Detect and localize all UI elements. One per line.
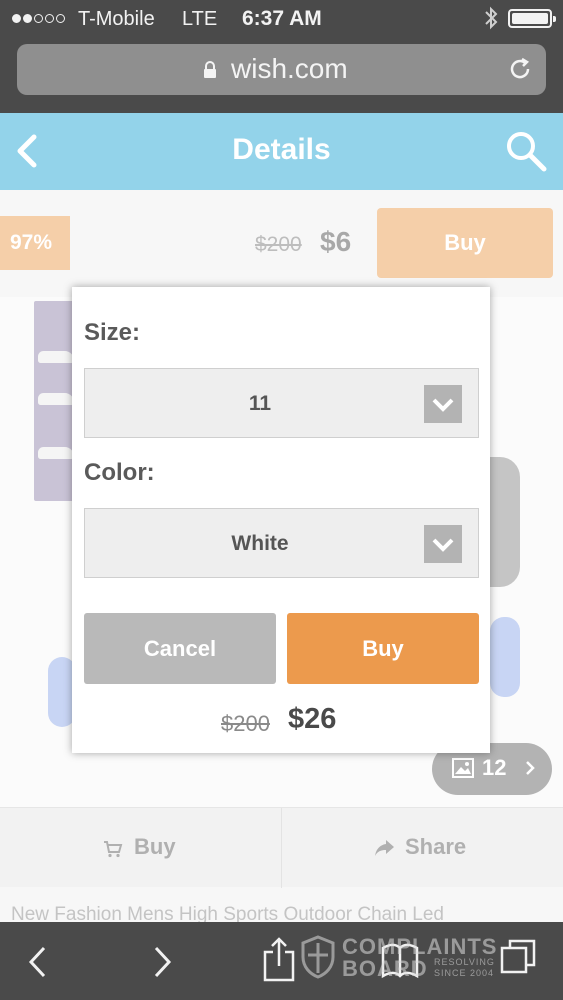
watermark-tagline: RESOLVING SINCE 2004 [434, 957, 514, 979]
page-title: Details [232, 133, 331, 166]
cancel-button[interactable]: Cancel [84, 613, 276, 684]
signal-dot [34, 13, 43, 23]
size-label: Size: [84, 319, 141, 346]
variant-picker-dialog: Size: 11 Color: White Cancel Buy $200 $2… [72, 287, 490, 753]
watermark-logo: COMPLAINTS BOARD RESOLVING SINCE 2004 [300, 932, 540, 992]
chevron-down-icon [424, 385, 462, 423]
shield-icon [301, 935, 335, 979]
share-sheet-icon[interactable] [262, 936, 296, 982]
thumbnail-image[interactable] [34, 301, 76, 501]
watermark-tagline-2: SINCE 2004 [434, 968, 495, 978]
size-select[interactable]: 11 [84, 368, 479, 438]
buy-action-label: Buy [134, 834, 176, 859]
clock: 6:37 AM [242, 7, 322, 30]
bluetooth-icon [485, 6, 498, 30]
signal-strength-icon [12, 8, 65, 28]
battery-level [512, 13, 548, 24]
network-type: LTE [182, 8, 218, 30]
status-bar: T-Mobile LTE 6:37 AM [0, 0, 563, 36]
app-header: Details [0, 113, 563, 190]
original-price: $200 [255, 233, 302, 256]
signal-dot [45, 13, 54, 23]
signal-dot [23, 13, 32, 23]
address-bar[interactable]: wish.com [17, 44, 546, 95]
size-value: 11 [248, 392, 272, 415]
watermark-text: BOARD [342, 956, 428, 981]
image-count: 12 [482, 755, 507, 780]
carrier-name: T-Mobile [78, 8, 155, 30]
buy-button-top[interactable]: Buy [377, 208, 553, 278]
chevron-right-icon [526, 761, 535, 775]
battery-icon [508, 9, 556, 28]
color-select[interactable]: White [84, 508, 479, 578]
url-text: wish.com [231, 53, 348, 84]
cart-icon [104, 841, 123, 858]
share-action-label: Share [405, 834, 467, 859]
image-icon [452, 758, 474, 778]
browser-back-icon[interactable] [26, 944, 50, 980]
share-action[interactable]: Share [282, 808, 563, 888]
color-value: White [231, 532, 289, 555]
signal-dot [56, 13, 65, 23]
reload-icon[interactable] [507, 56, 533, 82]
lock-icon [204, 61, 216, 78]
thumbnail-shoe [38, 447, 74, 459]
signal-dot [12, 13, 21, 23]
search-icon[interactable] [504, 129, 548, 173]
action-bar: Buy Share [0, 807, 563, 888]
dialog-original-price: $200 [221, 711, 270, 736]
shoe-led-glow [490, 617, 520, 697]
browser-toolbar: wish.com [0, 36, 563, 113]
thumbnail-shoe [38, 393, 74, 405]
discount-badge: 97% [0, 216, 70, 270]
color-label: Color: [84, 459, 155, 486]
share-icon [375, 840, 394, 856]
sale-price: $6 [320, 226, 352, 257]
chevron-down-icon [424, 525, 462, 563]
browser-forward-icon[interactable] [150, 944, 174, 980]
dialog-price: $26 [288, 703, 337, 735]
buy-action[interactable]: Buy [0, 808, 281, 888]
thumbnail-shoe [38, 351, 74, 363]
watermark-tagline-1: RESOLVING [434, 957, 495, 967]
browser-bottom-toolbar: COMPLAINTS BOARD RESOLVING SINCE 2004 [0, 922, 563, 1000]
buy-button[interactable]: Buy [287, 613, 479, 684]
